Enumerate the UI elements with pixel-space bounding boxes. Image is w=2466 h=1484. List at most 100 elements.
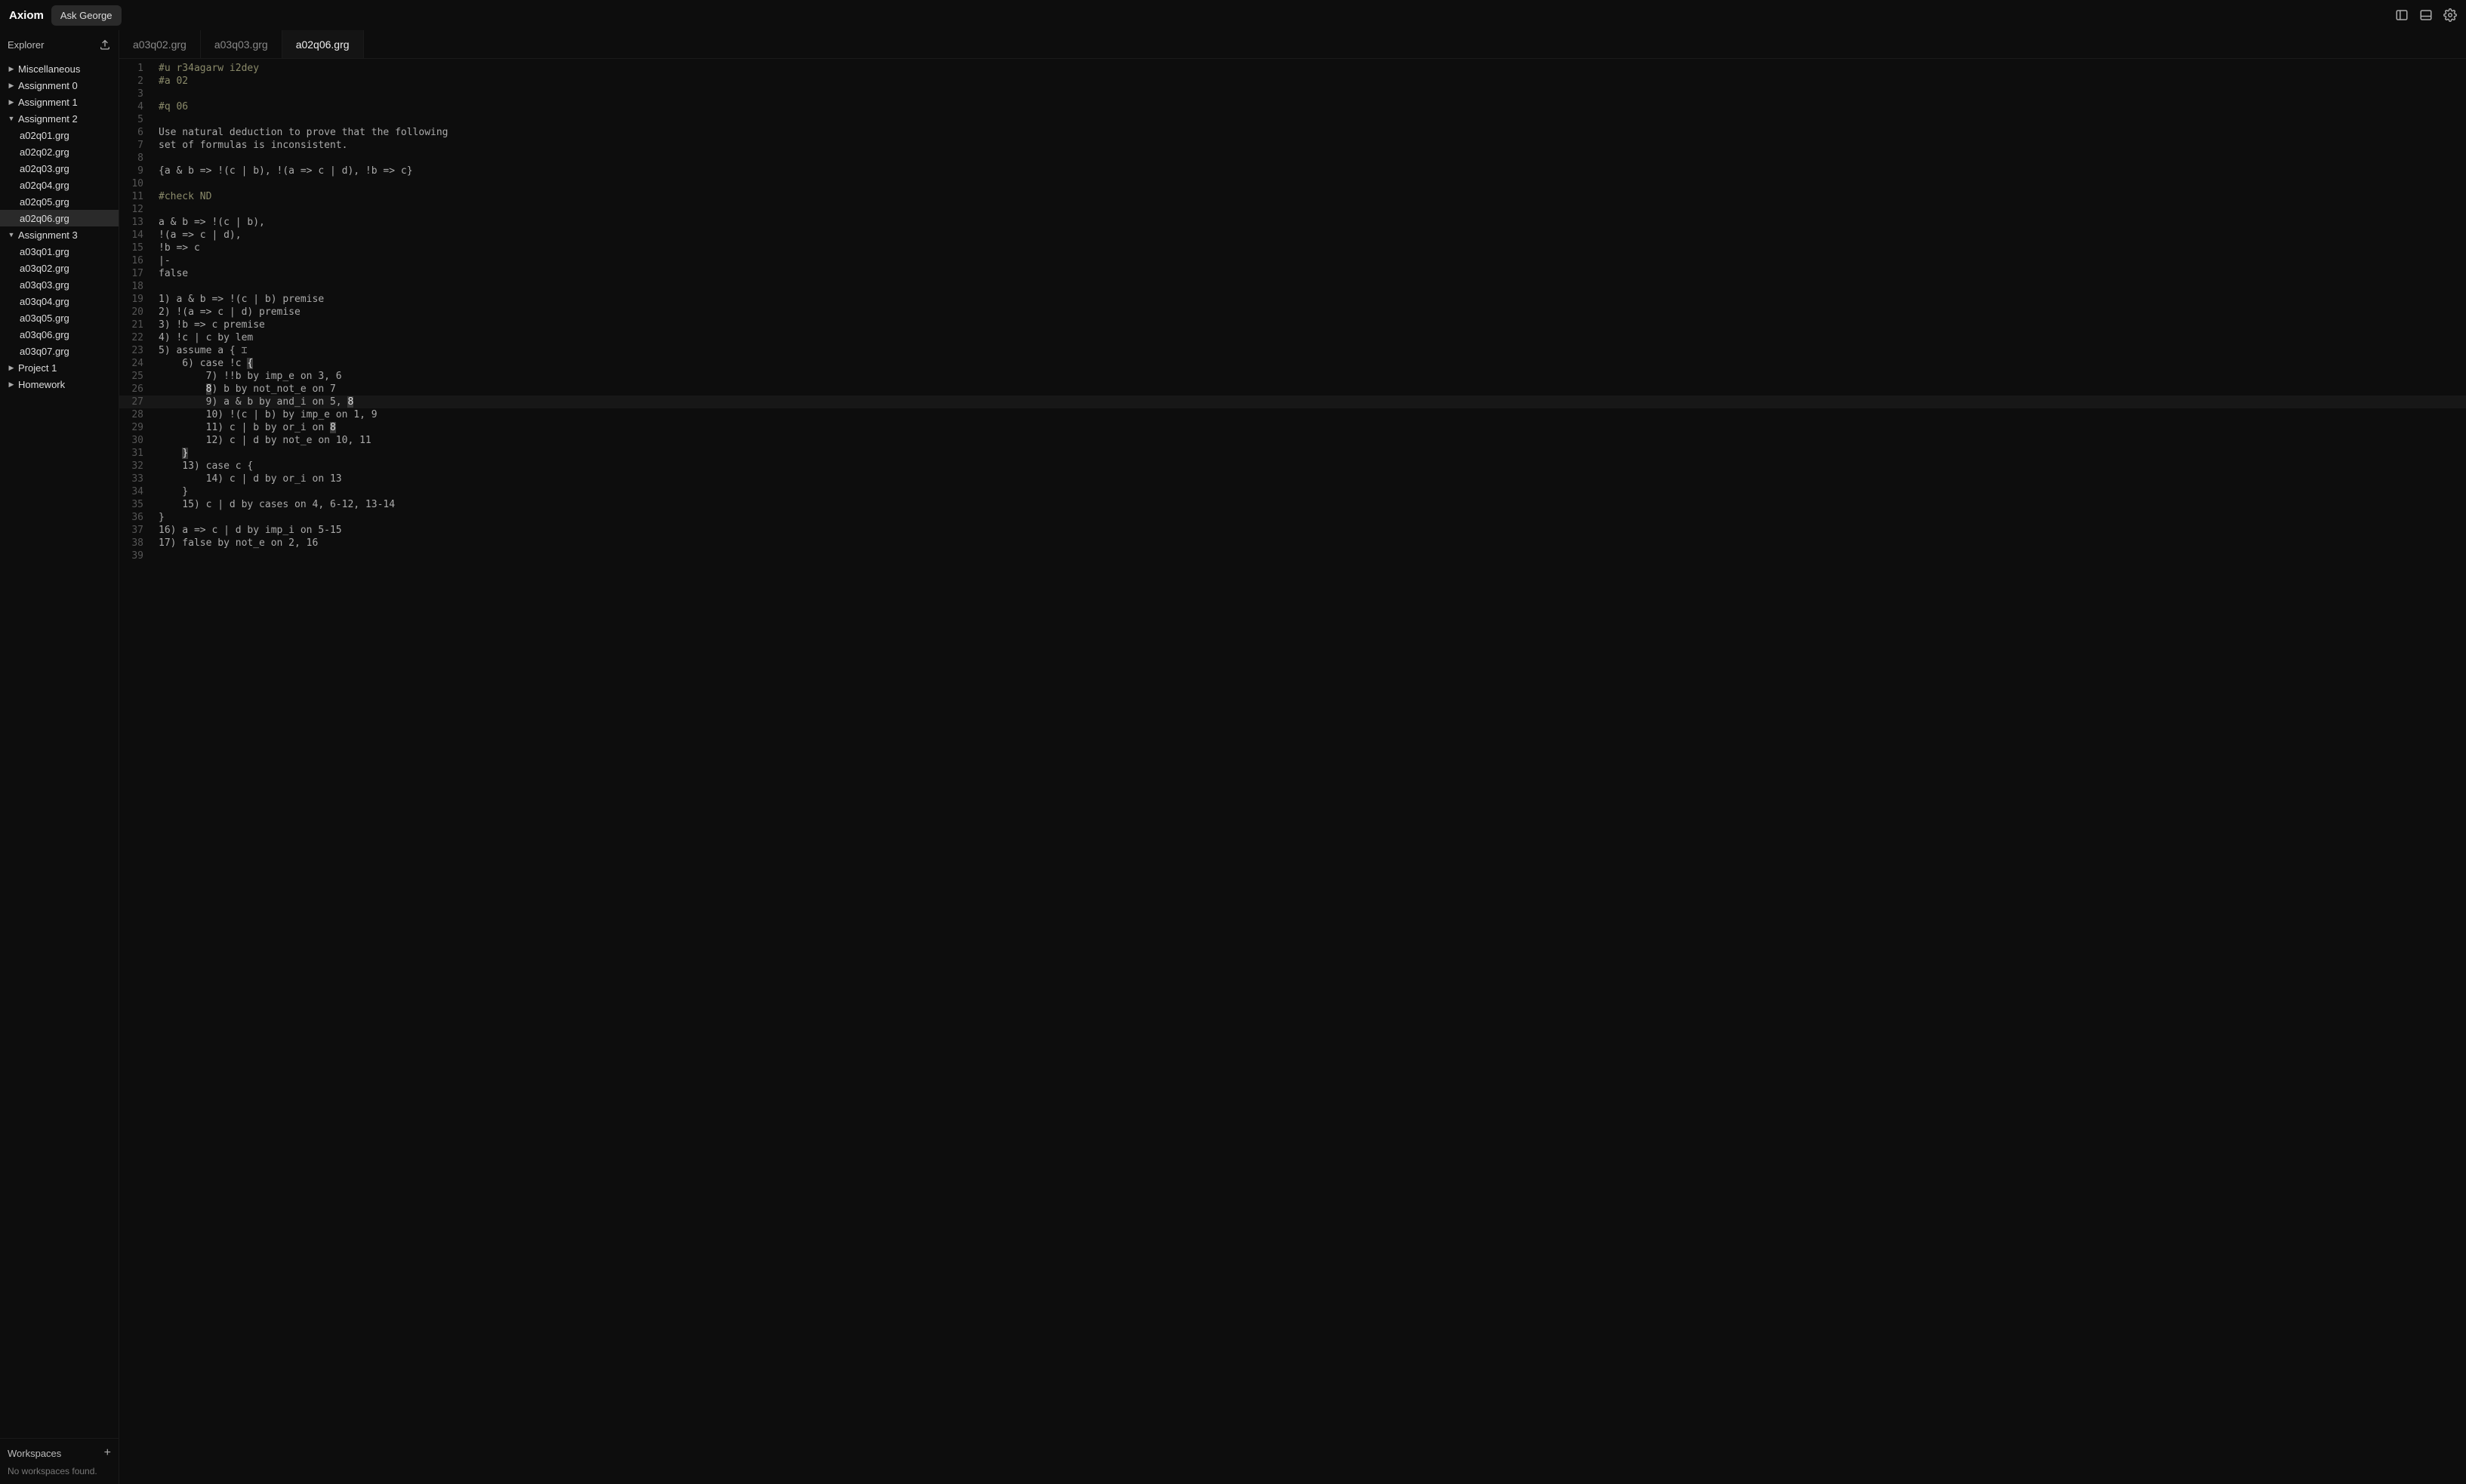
editor-line[interactable]: 17false [119, 267, 2466, 280]
tree-file[interactable]: a03q05.grg [0, 309, 119, 326]
editor-line[interactable]: 10 [119, 177, 2466, 190]
editor-line[interactable]: 36} [119, 511, 2466, 524]
editor-line[interactable]: 13a & b => !(c | b), [119, 216, 2466, 229]
tree-folder[interactable]: ▼Assignment 3 [0, 226, 119, 243]
editor-line[interactable]: 12 [119, 203, 2466, 216]
upload-icon[interactable] [99, 38, 111, 51]
editor-line[interactable]: 5 [119, 113, 2466, 126]
line-number: 38 [119, 537, 153, 550]
line-number: 24 [119, 357, 153, 370]
editor-line[interactable]: 202) !(a => c | d) premise [119, 306, 2466, 319]
editor-line[interactable]: 224) !c | c by lem [119, 331, 2466, 344]
tree-file-label: a02q05.grg [20, 196, 69, 208]
line-content: {a & b => !(c | b), !(a => c | d), !b =>… [153, 165, 413, 177]
tree-file[interactable]: a03q01.grg [0, 243, 119, 260]
editor-line[interactable]: 191) a & b => !(c | b) premise [119, 293, 2466, 306]
editor-line[interactable]: 29 11) c | b by or_i on 8 [119, 421, 2466, 434]
line-content: #u r34agarw i2dey [153, 62, 259, 75]
panel-bottom-icon[interactable] [2419, 8, 2433, 22]
editor-tab[interactable]: a03q02.grg [119, 30, 201, 58]
editor-line[interactable]: 6Use natural deduction to prove that the… [119, 126, 2466, 139]
ask-george-button[interactable]: Ask George [51, 5, 122, 26]
panel-left-icon[interactable] [2395, 8, 2409, 22]
line-content: 8) b by not_not_e on 7 [153, 383, 336, 396]
tree-folder[interactable]: ▶Miscellaneous [0, 60, 119, 77]
main: Explorer ▶Miscellaneous▶Assignment 0▶Ass… [0, 30, 2466, 1484]
editor-line[interactable]: 30 12) c | d by not_e on 10, 11 [119, 434, 2466, 447]
tree-file[interactable]: a03q03.grg [0, 276, 119, 293]
editor-line[interactable]: 35 15) c | d by cases on 4, 6-12, 13-14 [119, 498, 2466, 511]
line-number: 18 [119, 280, 153, 293]
tree-file[interactable]: a02q02.grg [0, 143, 119, 160]
editor-line[interactable]: 7set of formulas is inconsistent. [119, 139, 2466, 152]
tree-file[interactable]: a03q02.grg [0, 260, 119, 276]
line-content [153, 280, 159, 293]
gear-icon[interactable] [2443, 8, 2457, 22]
editor-line[interactable]: 3817) false by not_e on 2, 16 [119, 537, 2466, 550]
editor-line[interactable]: 2#a 02 [119, 75, 2466, 88]
line-content: } [153, 447, 188, 460]
editor-line[interactable]: 213) !b => c premise [119, 319, 2466, 331]
editor-line[interactable]: 4#q 06 [119, 100, 2466, 113]
tree-folder[interactable]: ▶Assignment 0 [0, 77, 119, 94]
tree-file-label: a03q05.grg [20, 313, 69, 324]
tree-file[interactable]: a02q03.grg [0, 160, 119, 177]
line-number: 23 [119, 344, 153, 357]
code-editor[interactable]: 1#u r34agarw i2dey2#a 0234#q 0656Use nat… [119, 59, 2466, 1484]
editor-tab[interactable]: a02q06.grg [282, 30, 364, 58]
editor-line[interactable]: 3716) a => c | d by imp_i on 5-15 [119, 524, 2466, 537]
editor-line[interactable]: 18 [119, 280, 2466, 293]
editor-line[interactable]: 3 [119, 88, 2466, 100]
line-number: 2 [119, 75, 153, 88]
tree-file[interactable]: a03q06.grg [0, 326, 119, 343]
line-content [153, 113, 159, 126]
editor-line[interactable]: 15!b => c [119, 242, 2466, 254]
tree-file[interactable]: a02q04.grg [0, 177, 119, 193]
line-number: 36 [119, 511, 153, 524]
tree-folder-label: Assignment 3 [17, 229, 78, 241]
editor-line[interactable]: 27 9) a & b by and_i on 5, 8 [119, 396, 2466, 408]
line-content: 11) c | b by or_i on 8 [153, 421, 336, 434]
tree-file[interactable]: a03q07.grg [0, 343, 119, 359]
tree-file[interactable]: a02q06.grg [0, 210, 119, 226]
line-number: 7 [119, 139, 153, 152]
line-number: 27 [119, 396, 153, 408]
topbar-left: Axiom Ask George [9, 5, 122, 26]
editor-tab[interactable]: a03q03.grg [201, 30, 282, 58]
editor-line[interactable]: 11#check ND [119, 190, 2466, 203]
tree-folder[interactable]: ▼Assignment 2 [0, 110, 119, 127]
tree-file[interactable]: a03q04.grg [0, 293, 119, 309]
editor-line[interactable]: 24 6) case !c { [119, 357, 2466, 370]
editor-line[interactable]: 26 8) b by not_not_e on 7 [119, 383, 2466, 396]
line-number: 3 [119, 88, 153, 100]
tree-folder[interactable]: ▶Assignment 1 [0, 94, 119, 110]
add-workspace-icon[interactable]: + [104, 1446, 111, 1460]
line-content: 5) assume a { ⌶ [153, 344, 247, 357]
editor-line[interactable]: 28 10) !(c | b) by imp_e on 1, 9 [119, 408, 2466, 421]
sidebar: Explorer ▶Miscellaneous▶Assignment 0▶Ass… [0, 30, 119, 1484]
editor-line[interactable]: 39 [119, 550, 2466, 562]
editor-line[interactable]: 9{a & b => !(c | b), !(a => c | d), !b =… [119, 165, 2466, 177]
tree-folder[interactable]: ▶Project 1 [0, 359, 119, 376]
editor-line[interactable]: 34 } [119, 485, 2466, 498]
line-number: 37 [119, 524, 153, 537]
line-number: 14 [119, 229, 153, 242]
tree-folder[interactable]: ▶Homework [0, 376, 119, 393]
editor-line[interactable]: 25 7) !!b by imp_e on 3, 6 [119, 370, 2466, 383]
tree-file[interactable]: a02q05.grg [0, 193, 119, 210]
editor-line[interactable]: 14!(a => c | d), [119, 229, 2466, 242]
line-content: false [153, 267, 188, 280]
editor-line[interactable]: 16|- [119, 254, 2466, 267]
editor-line[interactable]: 32 13) case c { [119, 460, 2466, 473]
line-number: 8 [119, 152, 153, 165]
tree-file[interactable]: a02q01.grg [0, 127, 119, 143]
tree-folder-label: Project 1 [17, 362, 57, 374]
editor-line[interactable]: 8 [119, 152, 2466, 165]
editor-line[interactable]: 235) assume a { ⌶ [119, 344, 2466, 357]
editor-line[interactable]: 33 14) c | d by or_i on 13 [119, 473, 2466, 485]
line-number: 11 [119, 190, 153, 203]
editor-line[interactable]: 1#u r34agarw i2dey [119, 62, 2466, 75]
tree-file-label: a03q01.grg [20, 246, 69, 257]
editor-line[interactable]: 31 } [119, 447, 2466, 460]
line-content: 2) !(a => c | d) premise [153, 306, 301, 319]
